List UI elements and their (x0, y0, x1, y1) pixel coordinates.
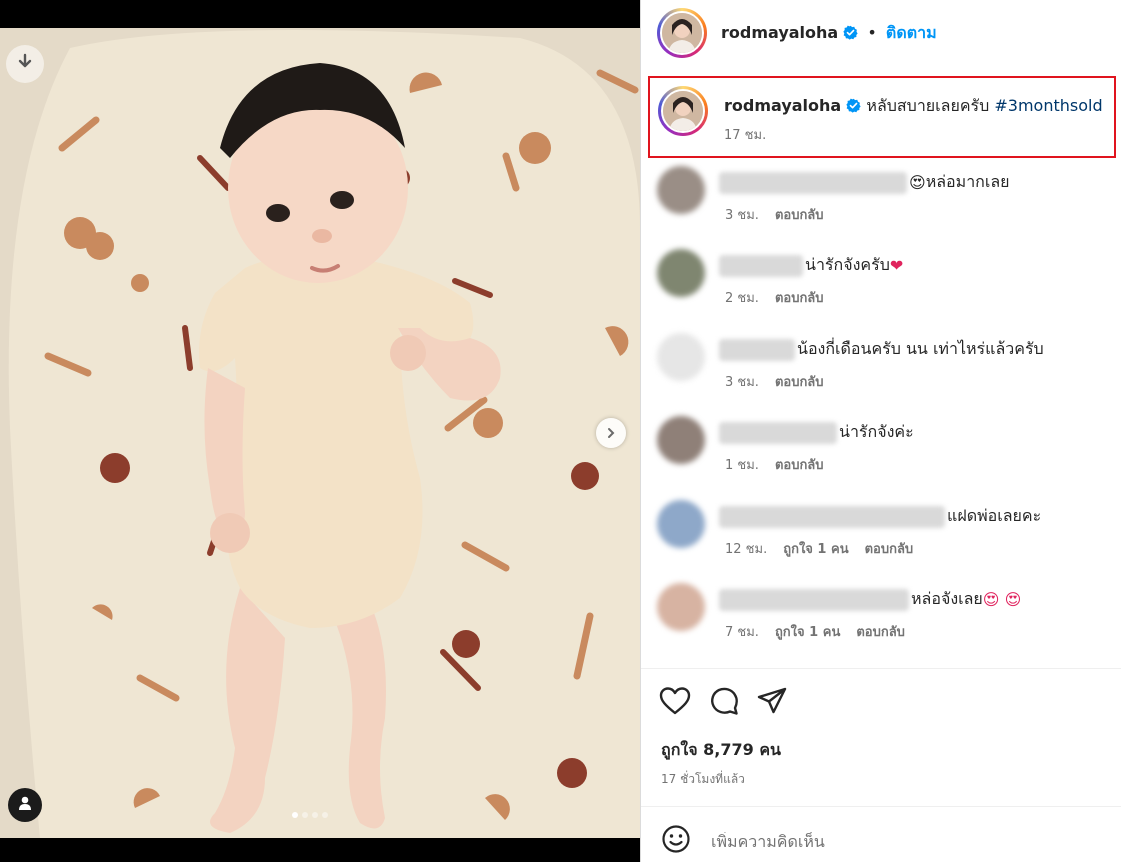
comment-timestamp[interactable]: 12 ชม. (725, 542, 767, 557)
carousel-dot (302, 812, 308, 818)
download-button[interactable] (6, 45, 44, 83)
caption-text: หลับสบายเลยครับ (866, 96, 990, 115)
comment-text: น้องกี่เดือนครับ นน เท่าไหร่แล้วครับ (797, 339, 1044, 358)
comment-line: หล่อจังเลย 😍 😍 (719, 587, 1021, 612)
comment-timestamp[interactable]: 2 ชม. (725, 291, 759, 306)
heart-icon[interactable] (659, 686, 691, 716)
chevron-right-icon (605, 424, 617, 443)
caption-username[interactable]: rodmayaloha (724, 96, 841, 115)
carousel-next-button[interactable] (596, 418, 626, 448)
tagged-users-button[interactable] (8, 788, 42, 822)
comment-line: แฝดพ่อเลยคะ (719, 504, 1041, 529)
commenter-avatar[interactable] (657, 333, 705, 381)
blurred-commenter-name[interactable] (719, 171, 907, 194)
comment-text: แฝดพ่อเลยคะ (947, 506, 1042, 525)
caption-timestamp[interactable]: 17 ชม. (724, 124, 766, 145)
send-paper-plane-icon[interactable] (757, 686, 787, 716)
blurred-commenter-name[interactable] (719, 254, 803, 277)
comment-line: น่ารักจังครับ ❤ (719, 253, 903, 278)
comment-likes[interactable]: ถูกใจ 1 คน (775, 625, 840, 640)
commenter-avatar[interactable] (657, 249, 705, 297)
download-arrow-icon (16, 53, 34, 75)
comment-bubble-icon[interactable] (709, 686, 739, 716)
post-photo[interactable] (0, 28, 640, 838)
divider (641, 668, 1121, 669)
comment-timestamp[interactable]: 3 ชม. (725, 208, 759, 223)
commenter-avatar[interactable] (657, 500, 705, 548)
carousel-dot (322, 812, 328, 818)
comment-meta: 1 ชม. ตอบกลับ (725, 454, 824, 475)
comment-input[interactable] (711, 831, 1091, 851)
commenter-avatar[interactable] (657, 166, 705, 214)
post-caption: rodmayaloha หลับสบายเลยครับ #3monthsold … (648, 76, 1116, 158)
post-header: rodmayaloha • ติดตาม (641, 0, 1121, 66)
comment-item: แฝดพ่อเลยคะ 12 ชม. ถูกใจ 1 คน ตอบกลับ (641, 500, 1121, 570)
person-icon (17, 795, 33, 815)
baby-photo-illustration (0, 28, 640, 838)
commenter-avatar[interactable] (657, 416, 705, 464)
comment-meta: 2 ชม. ตอบกลับ (725, 287, 824, 308)
post-timestamp[interactable]: 17 ชั่วโมงที่แล้ว (661, 770, 745, 789)
verified-badge-icon (846, 98, 861, 113)
reply-button[interactable]: ตอบกลับ (865, 542, 914, 557)
emoji: 😍 (909, 173, 926, 192)
smiley-icon[interactable] (661, 824, 691, 858)
commenter-avatar[interactable] (657, 583, 705, 631)
carousel-dot (312, 812, 318, 818)
comment-text: น่ารักจังครับ (805, 255, 890, 274)
likes-count[interactable]: ถูกใจ 8,779 คน (661, 738, 781, 763)
reply-button[interactable]: ตอบกลับ (775, 458, 824, 473)
comment-meta: 3 ชม. ตอบกลับ (725, 204, 824, 225)
comment-text: หล่อจังเลย (911, 589, 983, 608)
comment-item: น่ารักจังค่ะ 1 ชม. ตอบกลับ (641, 416, 1121, 486)
reply-button[interactable]: ตอบกลับ (775, 208, 824, 223)
comment-item: น่ารักจังครับ ❤ 2 ชม. ตอบกลับ (641, 249, 1121, 319)
carousel-indicator (292, 812, 328, 818)
verified-badge-icon (843, 25, 858, 40)
comment-timestamp[interactable]: 1 ชม. (725, 458, 759, 473)
caption-author-avatar[interactable] (658, 86, 708, 136)
comment-line: 😍 หล่อมากเลย (719, 170, 1010, 195)
comment-line: น่ารักจังค่ะ (719, 420, 914, 445)
carousel-dot (292, 812, 298, 818)
comment-line: น้องกี่เดือนครับ นน เท่าไหร่แล้วครับ (719, 337, 1044, 362)
divider (641, 806, 1121, 807)
add-comment-bar (661, 824, 1091, 858)
blurred-commenter-name[interactable] (719, 338, 795, 361)
comment-text: หล่อมากเลย (925, 172, 1010, 191)
comment-item: หล่อจังเลย 😍 😍 7 ชม. ถูกใจ 1 คน ตอบกลับ (641, 583, 1121, 653)
reply-button[interactable]: ตอบกลับ (775, 375, 824, 390)
blurred-commenter-name[interactable] (719, 588, 909, 611)
blurred-commenter-name[interactable] (719, 505, 945, 528)
action-bar (659, 686, 787, 716)
author-avatar[interactable] (657, 8, 707, 58)
comment-meta: 12 ชม. ถูกใจ 1 คน ตอบกลับ (725, 538, 913, 559)
comment-timestamp[interactable]: 7 ชม. (725, 625, 759, 640)
emoji: 😍 😍 (982, 590, 1022, 609)
comment-item: 😍 หล่อมากเลย 3 ชม. ตอบกลับ (641, 166, 1121, 236)
comment-meta: 3 ชม. ตอบกลับ (725, 371, 824, 392)
comment-timestamp[interactable]: 3 ชม. (725, 375, 759, 390)
post-side-panel: rodmayaloha • ติดตาม rodmayaloha หลับสบา… (640, 0, 1121, 862)
post-media (0, 0, 640, 862)
author-username[interactable]: rodmayaloha (721, 23, 838, 42)
comment-likes[interactable]: ถูกใจ 1 คน (783, 542, 848, 557)
comment-item: น้องกี่เดือนครับ นน เท่าไหร่แล้วครับ 3 ชม… (641, 333, 1121, 403)
comment-text: น่ารักจังค่ะ (839, 422, 914, 441)
header-separator: • (867, 23, 877, 42)
follow-button[interactable]: ติดตาม (886, 23, 937, 42)
reply-button[interactable]: ตอบกลับ (775, 291, 824, 306)
emoji: ❤ (889, 256, 904, 275)
blurred-commenter-name[interactable] (719, 421, 837, 444)
caption-hashtag[interactable]: #3monthsold (994, 96, 1102, 115)
comment-meta: 7 ชม. ถูกใจ 1 คน ตอบกลับ (725, 621, 905, 642)
reply-button[interactable]: ตอบกลับ (856, 625, 905, 640)
